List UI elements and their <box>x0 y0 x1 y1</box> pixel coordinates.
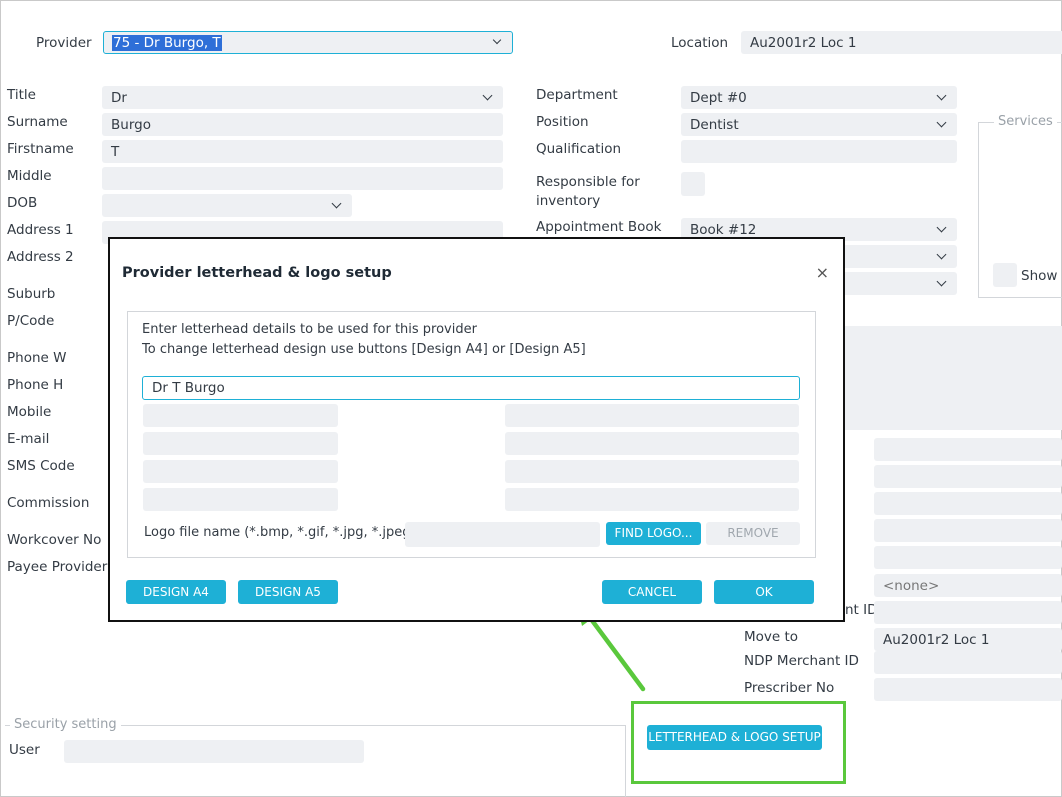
find-logo-button[interactable]: FIND LOGO... <box>606 522 701 545</box>
middle-field[interactable] <box>102 167 503 190</box>
letterhead-right-field-2[interactable] <box>505 432 799 455</box>
logo-file-field[interactable] <box>405 522 600 547</box>
design-a4-button[interactable]: DESIGN A4 <box>126 580 226 604</box>
move-to-field[interactable]: Au2001r2 Loc 1 <box>874 628 1062 651</box>
dob-label: DOB <box>7 195 38 211</box>
responsible-label: Responsible for inventory <box>536 174 640 209</box>
letterhead-right-field-4[interactable] <box>505 488 799 511</box>
services-title: Services <box>994 114 1057 129</box>
prescriber-field[interactable] <box>874 678 1062 701</box>
responsible-checkbox[interactable] <box>681 172 705 196</box>
chevron-down-icon <box>492 35 502 45</box>
cancel-button[interactable]: CANCEL <box>602 580 702 604</box>
user-label: User <box>9 742 40 758</box>
dialog-title: Provider letterhead & logo setup <box>122 265 392 281</box>
dob-select[interactable] <box>102 194 352 217</box>
instruction-line-1: Enter letterhead details to be used for … <box>142 322 477 337</box>
firstname-label: Firstname <box>7 141 74 157</box>
design-a5-button[interactable]: DESIGN A5 <box>238 580 338 604</box>
surname-label: Surname <box>7 114 68 130</box>
security-title: Security setting <box>10 717 121 732</box>
close-icon[interactable]: × <box>816 263 829 282</box>
letterhead-dialog: Provider letterhead & logo setup × Enter… <box>108 237 845 622</box>
letterhead-right-field-3[interactable] <box>505 460 799 483</box>
position-label: Position <box>536 114 589 130</box>
sms-code-label: SMS Code <box>7 458 75 474</box>
payee-provider-label: Payee Provider <box>7 559 108 575</box>
title-label: Title <box>7 87 36 103</box>
suburb-label: Suburb <box>7 286 56 302</box>
location-label: Location <box>671 35 729 51</box>
title-select[interactable]: Dr <box>102 86 503 109</box>
letterhead-left-field-3[interactable] <box>143 460 338 483</box>
merchant-id-field[interactable] <box>874 601 1062 624</box>
mobile-label: Mobile <box>7 404 52 420</box>
right-field-4[interactable] <box>874 519 1062 542</box>
ok-button[interactable]: OK <box>714 580 814 604</box>
user-field[interactable] <box>64 740 364 763</box>
qualification-field[interactable] <box>681 140 957 163</box>
email-label: E-mail <box>7 431 50 447</box>
provider-select[interactable]: 75 - Dr Burgo, T <box>103 31 513 54</box>
phone-w-label: Phone W <box>7 350 67 366</box>
phone-h-label: Phone H <box>7 377 64 393</box>
provider-select-value: 75 - Dr Burgo, T <box>112 35 222 51</box>
appointment-book-label: Appointment Book <box>536 219 662 235</box>
show-label: Show a <box>1021 268 1062 284</box>
department-label: Department <box>536 87 618 103</box>
provider-label: Provider <box>36 35 92 51</box>
department-select[interactable]: Dept #0 <box>681 86 957 109</box>
address1-label: Address 1 <box>7 222 74 238</box>
dialog-panel: Enter letterhead details to be used for … <box>127 311 816 558</box>
merchant-id-label: nt ID <box>845 602 878 618</box>
none-select[interactable]: <none> <box>874 574 1062 597</box>
position-select[interactable]: Dentist <box>681 113 957 136</box>
instruction-line-2: To change letterhead design use buttons … <box>142 342 586 357</box>
letterhead-logo-setup-button[interactable]: LETTERHEAD & LOGO SETUP <box>647 725 822 750</box>
ndp-merchant-label: NDP Merchant ID <box>744 653 859 669</box>
workcover-label: Workcover No <box>7 532 102 548</box>
firstname-field[interactable]: T <box>102 140 503 163</box>
letterhead-right-field-1[interactable] <box>505 404 799 427</box>
ndp-merchant-field[interactable] <box>874 651 1062 674</box>
show-checkbox[interactable] <box>993 263 1017 287</box>
logo-file-label: Logo file name (*.bmp, *.gif, *.jpg, *.j… <box>144 525 416 540</box>
letterhead-left-field-1[interactable] <box>143 404 338 427</box>
middle-label: Middle <box>7 168 52 184</box>
pcode-label: P/Code <box>7 313 55 329</box>
location-field[interactable]: Au2001r2 Loc 1 <box>741 31 1062 54</box>
letterhead-line-1-field[interactable]: Dr T Burgo <box>142 376 800 400</box>
prescriber-label: Prescriber No <box>744 680 835 696</box>
surname-field[interactable]: Burgo <box>102 113 503 136</box>
remove-button[interactable]: REMOVE <box>706 522 800 545</box>
commission-label: Commission <box>7 495 90 511</box>
qualification-label: Qualification <box>536 141 622 157</box>
right-field-3[interactable] <box>874 492 1062 515</box>
address2-label: Address 2 <box>7 249 74 265</box>
letterhead-left-field-2[interactable] <box>143 432 338 455</box>
move-to-label: Move to <box>744 629 799 645</box>
right-field-5[interactable] <box>874 546 1062 569</box>
right-field-2[interactable] <box>874 465 1062 488</box>
right-panel <box>842 326 1062 430</box>
right-field-1[interactable] <box>874 438 1062 461</box>
letterhead-left-field-4[interactable] <box>143 488 338 511</box>
